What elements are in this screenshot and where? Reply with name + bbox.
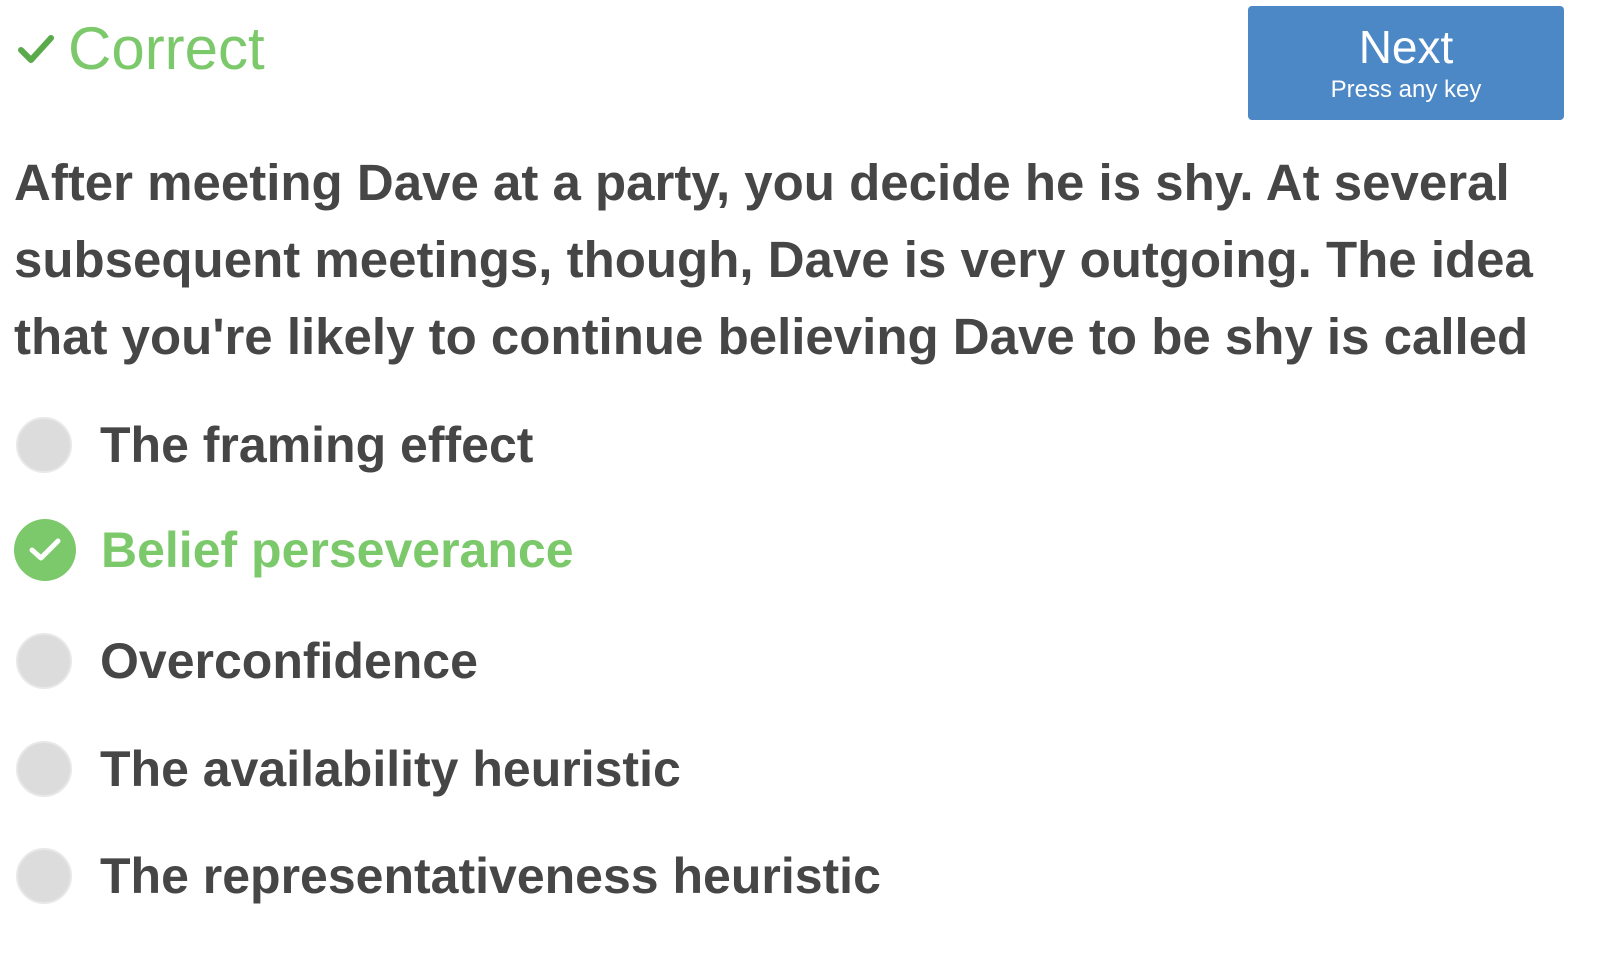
option-belief-perseverance[interactable]: Belief perseverance bbox=[14, 519, 574, 581]
option-framing-effect[interactable]: The framing effect bbox=[14, 415, 533, 475]
question-text: After meeting Dave at a party, you decid… bbox=[14, 154, 1533, 365]
result-status: Correct bbox=[16, 14, 265, 84]
correct-check-icon[interactable] bbox=[14, 519, 76, 581]
option-label: Belief perseverance bbox=[101, 522, 574, 578]
radio-unselected-icon[interactable] bbox=[16, 741, 72, 797]
check-icon bbox=[16, 29, 56, 69]
option-representativeness-heuristic[interactable]: The representativeness heuristic bbox=[14, 846, 881, 906]
option-label: The representativeness heuristic bbox=[100, 848, 881, 904]
next-button-hint: Press any key bbox=[1330, 76, 1482, 103]
next-button[interactable]: Next Press any key bbox=[1248, 6, 1564, 120]
option-label: Overconfidence bbox=[100, 633, 478, 689]
radio-unselected-icon[interactable] bbox=[16, 848, 72, 904]
option-label: The availability heuristic bbox=[100, 741, 681, 797]
radio-unselected-icon[interactable] bbox=[16, 633, 72, 689]
option-label: The framing effect bbox=[100, 417, 534, 473]
option-availability-heuristic[interactable]: The availability heuristic bbox=[14, 739, 681, 799]
result-label: Correct bbox=[68, 15, 265, 82]
option-overconfidence[interactable]: Overconfidence bbox=[14, 631, 478, 691]
radio-unselected-icon[interactable] bbox=[16, 417, 72, 473]
next-button-label: Next bbox=[1358, 21, 1454, 73]
